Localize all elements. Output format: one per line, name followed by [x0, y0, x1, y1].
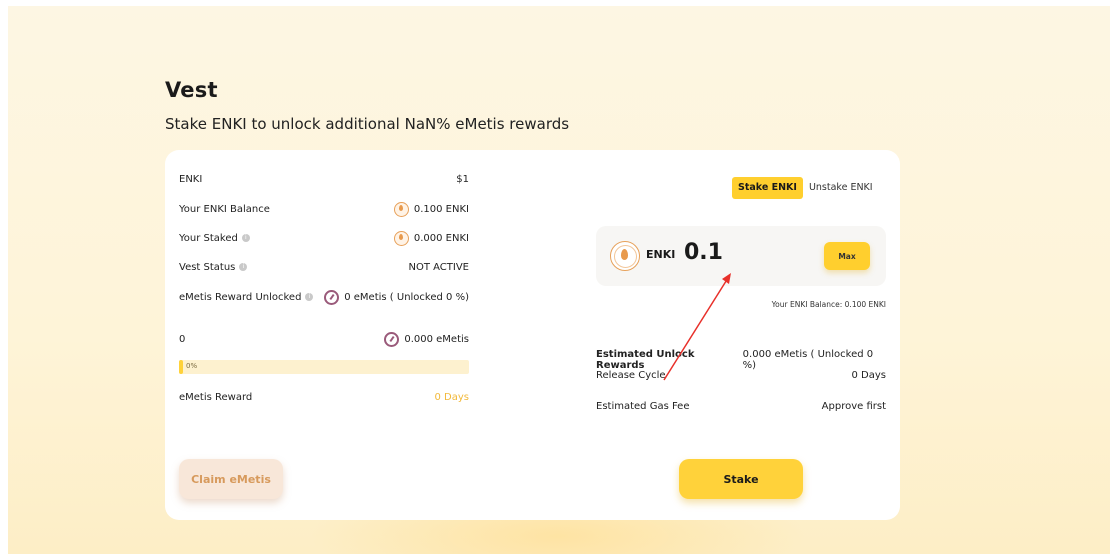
max-button[interactable]: Max — [824, 242, 870, 270]
reward-row: eMetis Reward 0 Days — [179, 388, 469, 406]
est-unlock-value: 0.000 eMetis ( Unlocked 0 %) — [742, 349, 874, 371]
reward-unlocked-label: eMetis Reward Unlocked — [179, 291, 302, 303]
est-unlock-row: Estimated Unlock Rewards 0.000 eMetis ( … — [596, 349, 886, 371]
amount-token-label: ENKI — [646, 248, 676, 261]
gas-fee-label: Estimated Gas Fee — [596, 401, 690, 412]
staked-row: Your Staked i 0.000 ENKI — [179, 229, 469, 247]
progress-right-value: 0.000 eMetis — [404, 333, 469, 345]
enki-coin-icon — [610, 241, 640, 271]
staked-value-group: 0.000 ENKI — [393, 230, 469, 246]
reward-unlocked-value: 0 eMetis ( Unlocked 0 %) — [344, 291, 469, 303]
unlock-progress-fill — [179, 360, 183, 374]
info-icon[interactable]: i — [239, 263, 248, 271]
staked-label: Your Staked — [179, 232, 238, 244]
reward-unlocked-value-group: 0 eMetis ( Unlocked 0 %) — [324, 289, 469, 305]
vest-status-label-group: Vest Status i — [179, 261, 248, 273]
emetis-gauge-icon — [384, 331, 400, 347]
unlock-progress-bar: 0% — [179, 360, 469, 374]
reward-unlocked-label-group: eMetis Reward Unlocked i — [179, 291, 314, 303]
est-unlock-label: Estimated Unlock Rewards — [596, 349, 695, 371]
enki-balance-note: Your ENKI Balance: 0.100 ENKI — [771, 300, 886, 309]
enki-price-value: $1 — [456, 173, 469, 185]
unlock-progress-text: 0% — [186, 362, 198, 370]
reward-unlocked-row: eMetis Reward Unlocked i 0 eMetis ( Unlo… — [179, 288, 469, 306]
staked-value: 0.000 ENKI — [413, 232, 469, 244]
vest-status-value: NOT ACTIVE — [408, 261, 469, 273]
enki-coin-icon — [393, 230, 409, 246]
balance-label: Your ENKI Balance — [179, 203, 270, 215]
gas-fee-value: Approve first — [821, 401, 886, 412]
balance-row: Your ENKI Balance 0.100 ENKI — [179, 200, 469, 218]
reward-label: eMetis Reward — [179, 391, 253, 403]
stake-amount-input[interactable]: ENKI 0.1 Max — [596, 226, 886, 286]
enki-price-label: ENKI — [179, 173, 203, 185]
progress-right-group: 0.000 eMetis — [384, 331, 469, 347]
page-subtitle: Stake ENKI to unlock additional NaN% eMe… — [165, 115, 570, 133]
info-icon[interactable]: i — [241, 234, 250, 242]
claim-emetis-button[interactable]: Claim eMetis — [179, 459, 283, 499]
tab-stake-enki[interactable]: Stake ENKI — [732, 177, 803, 199]
vest-card: ENKI $1 Your ENKI Balance 0.100 ENKI You… — [165, 150, 900, 520]
emetis-gauge-icon — [324, 289, 340, 305]
staked-label-group: Your Staked i — [179, 233, 250, 244]
tab-unstake-enki[interactable]: Unstake ENKI — [803, 177, 879, 199]
stake-button[interactable]: Stake — [679, 459, 803, 499]
reward-days: 0 Days — [434, 391, 470, 403]
balance-value-group: 0.100 ENKI — [393, 201, 469, 217]
release-cycle-row: Release Cycle 0 Days — [596, 370, 886, 381]
release-cycle-value: 0 Days — [851, 370, 887, 381]
release-cycle-label: Release Cycle — [596, 370, 666, 381]
vest-status-row: Vest Status i NOT ACTIVE — [179, 258, 469, 276]
balance-value: 0.100 ENKI — [413, 203, 469, 215]
stake-tabs: Stake ENKI Unstake ENKI — [732, 177, 879, 199]
page-title: Vest — [165, 78, 218, 102]
vest-status-label: Vest Status — [179, 261, 236, 273]
progress-left-value: 0 — [179, 333, 186, 345]
amount-value[interactable]: 0.1 — [684, 240, 723, 265]
progress-values-row: 0 0.000 eMetis — [179, 330, 469, 348]
enki-coin-icon — [393, 201, 409, 217]
info-icon[interactable]: i — [305, 293, 314, 301]
gas-fee-row: Estimated Gas Fee Approve first — [596, 401, 886, 412]
enki-price-row: ENKI $1 — [179, 170, 469, 188]
